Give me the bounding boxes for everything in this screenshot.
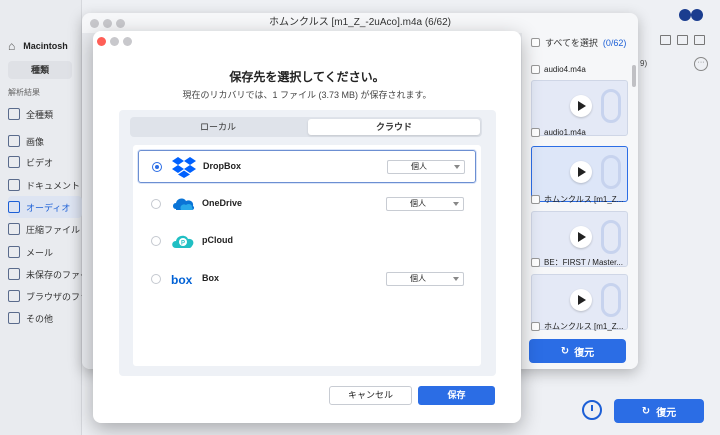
radio-onedrive[interactable] — [151, 199, 161, 209]
column-view-icon[interactable] — [694, 35, 705, 45]
radio-box[interactable] — [151, 274, 161, 284]
play-icon[interactable] — [570, 226, 592, 248]
option-box[interactable]: box Box 個人 — [138, 263, 476, 296]
home-icon: ⌂ — [8, 39, 16, 53]
analysis-label: 解析結果 — [8, 88, 40, 97]
list-view-icon[interactable] — [677, 35, 688, 45]
tab-local[interactable]: ローカル — [132, 119, 304, 135]
document-icon — [8, 179, 20, 191]
scrollbar[interactable] — [632, 65, 636, 87]
file-item[interactable]: ホムンクルス [m1_Z... — [531, 321, 628, 332]
pcloud-icon: P — [172, 235, 194, 248]
destination-tabs: ローカル クラウド — [130, 117, 482, 137]
bookmark-icon — [8, 290, 20, 302]
file-item[interactable]: BE：FIRST / Master... — [531, 257, 628, 268]
sidebar-item-documents[interactable]: ドキュメント — [8, 174, 82, 196]
option-onedrive[interactable]: OneDrive 個人 — [138, 188, 476, 221]
save-button[interactable]: 保存 — [418, 386, 495, 405]
option-name: DropBox — [203, 161, 241, 171]
onedrive-icon — [173, 198, 195, 210]
grid-icon — [8, 108, 20, 120]
zoom-dialog-button — [123, 37, 132, 46]
select-all[interactable]: すべてを選択 (0/62) — [531, 36, 626, 49]
option-pcloud[interactable]: P pCloud — [138, 225, 476, 258]
file-checkbox[interactable] — [531, 128, 540, 137]
volume-name: Macintosh — [23, 41, 68, 51]
option-dropbox[interactable]: DropBox 個人 — [138, 150, 476, 183]
radio-dropbox[interactable] — [152, 162, 162, 172]
sidebar-item-mail[interactable]: メール — [8, 241, 82, 263]
sidebar: ⌂ Macintosh 種類 解析結果 全種類 画像 ビデオ ドキュメント オー… — [0, 0, 82, 435]
image-icon — [8, 135, 20, 147]
save-destination-dialog: 保存先を選択してください。 現在のリカバリでは、1 ファイル (3.73 MB)… — [93, 31, 521, 423]
preview-title: ホムンクルス [m1_Z_-2uAco].m4a (6/62) — [269, 17, 451, 28]
option-name: OneDrive — [202, 198, 243, 208]
tab-kind[interactable]: 種類 — [8, 61, 72, 79]
archive-icon — [8, 223, 20, 235]
account-dropdown[interactable]: 個人 — [386, 272, 464, 286]
sidebar-item-video[interactable]: ビデオ — [8, 151, 82, 173]
file-checkbox[interactable] — [531, 195, 540, 204]
restore-button[interactable]: ↻ 復元 — [614, 399, 704, 423]
sidebar-item-archives[interactable]: 圧縮ファイル — [8, 218, 82, 240]
file-item[interactable]: audio4.m4a — [531, 65, 628, 74]
dialog-subtitle: 現在のリカバリでは、1 ファイル (3.73 MB) が保存されます。 — [182, 90, 432, 100]
sidebar-item-other[interactable]: その他 — [8, 307, 82, 329]
other-icon — [8, 312, 20, 324]
app-logo — [678, 3, 704, 25]
account-dropdown[interactable]: 個人 — [386, 197, 464, 211]
sidebar-item-audio[interactable]: オーディオ — [8, 196, 82, 218]
minimize-dialog-button — [110, 37, 119, 46]
warning-icon — [8, 268, 20, 280]
sidebar-item-browser[interactable]: ブラウザのファイル — [8, 285, 82, 307]
dropbox-icon — [172, 157, 196, 178]
play-icon[interactable] — [570, 95, 592, 117]
microphone-icon — [601, 89, 621, 123]
view-toggle — [660, 35, 705, 45]
microphone-icon — [601, 283, 621, 317]
sidebar-item-unsaved[interactable]: 未保存のファイル — [8, 263, 82, 285]
video-icon — [8, 156, 20, 168]
option-name: Box — [202, 273, 220, 283]
sidebar-item-all[interactable]: 全種類 — [8, 103, 82, 125]
mail-icon — [8, 246, 20, 258]
play-icon[interactable] — [570, 161, 592, 183]
box-icon: box — [171, 273, 193, 287]
file-checkbox[interactable] — [531, 65, 540, 74]
preview-restore-button[interactable]: ↻ 復元 — [529, 339, 626, 363]
chevron-down-icon — [454, 165, 460, 169]
music-icon — [8, 201, 20, 213]
chevron-down-icon — [453, 277, 459, 281]
history-icon[interactable] — [582, 400, 602, 420]
file-count: 9) — [640, 59, 648, 68]
chevron-down-icon — [453, 202, 459, 206]
account-dropdown[interactable]: 個人 — [387, 160, 465, 174]
restore-icon: ↻ — [641, 405, 651, 417]
file-checkbox[interactable] — [531, 258, 540, 267]
select-all-checkbox[interactable] — [531, 38, 540, 47]
tab-cloud[interactable]: クラウド — [308, 119, 480, 135]
svg-text:box: box — [171, 273, 193, 287]
option-name: pCloud — [202, 235, 233, 245]
microphone-icon — [601, 155, 621, 189]
sidebar-item-images[interactable]: 画像 — [8, 130, 82, 152]
svg-text:P: P — [181, 241, 185, 247]
file-item[interactable]: audio1.m4a — [531, 128, 628, 137]
microphone-icon — [601, 220, 621, 254]
cancel-button[interactable]: キャンセル — [329, 386, 412, 405]
radio-pcloud[interactable] — [151, 236, 161, 246]
more-icon[interactable]: ··· — [694, 57, 708, 71]
grid-view-icon[interactable] — [660, 35, 671, 45]
dialog-title: 保存先を選択してください。 — [229, 70, 385, 84]
close-dialog-button[interactable] — [97, 37, 106, 46]
file-item[interactable]: ホムンクルス [m1_Z... — [531, 194, 628, 205]
home-row[interactable]: ⌂ Macintosh — [8, 37, 82, 55]
play-icon[interactable] — [570, 289, 592, 311]
restore-icon: ↻ — [560, 345, 570, 357]
file-checkbox[interactable] — [531, 322, 540, 331]
